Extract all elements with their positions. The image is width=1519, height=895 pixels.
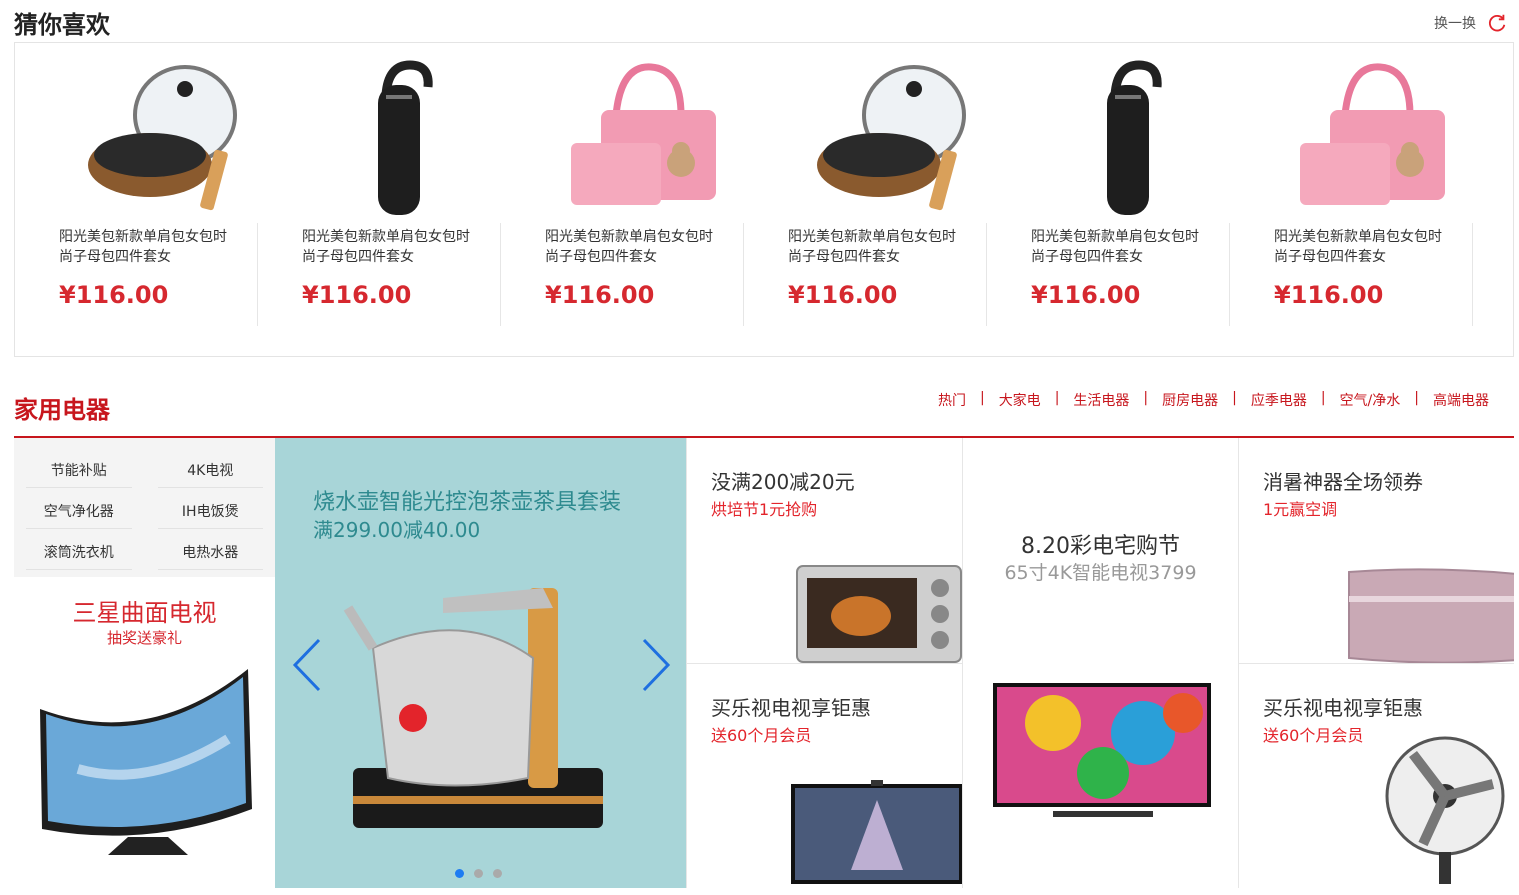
pink-handbag-image xyxy=(571,63,716,205)
carousel-prev-arrow[interactable] xyxy=(289,636,323,694)
category-grid: 节能补贴 4K电视 空气净化器 IH电饭煲 滚筒洗衣机 电热水器 xyxy=(14,438,275,577)
tile-title: 消暑神器全场领券 xyxy=(1263,470,1423,494)
oven-promo-tile[interactable]: 没满200减20元 烘培节1元抢购 xyxy=(686,438,962,664)
product-card[interactable]: 阳光美包新款单肩包女包时尚子母包四件套女 ¥116.00 xyxy=(744,43,987,326)
nav-link-kitchen[interactable]: 厨房电器 xyxy=(1162,390,1218,410)
tv-promo-tile[interactable]: 买乐视电视享钜惠 送60个月会员 xyxy=(686,664,962,888)
product-card[interactable]: 阳光美包新款单肩包女包时尚子母包四件套女 ¥116.00 xyxy=(501,43,744,326)
tile-subtitle: 烘培节1元抢购 xyxy=(711,500,818,519)
appliance-left-column: 节能补贴 4K电视 空气净化器 IH电饭煲 滚筒洗衣机 电热水器 三星曲面电视 … xyxy=(14,438,275,888)
divider xyxy=(1472,223,1473,326)
bluetooth-earpiece-image xyxy=(1107,60,1162,215)
carousel-dot[interactable] xyxy=(455,869,464,878)
product-name: 阳光美包新款单肩包女包时尚子母包四件套女 xyxy=(59,229,227,265)
product-name: 阳光美包新款单肩包女包时尚子母包四件套女 xyxy=(1274,229,1442,265)
appliances-title: 家用电器 xyxy=(14,396,110,424)
product-price: ¥116.00 xyxy=(1031,281,1141,309)
carousel-dots xyxy=(455,869,502,878)
refresh-icon xyxy=(1489,14,1506,32)
product-card[interactable]: 阳光美包新款单肩包女包时尚子母包四件套女 ¥116.00 xyxy=(1230,43,1473,326)
tile-subtitle: 送60个月会员 xyxy=(1263,726,1364,745)
nav-link-seasonal[interactable]: 应季电器 xyxy=(1251,390,1307,410)
nav-separator: | xyxy=(979,390,985,406)
tile-subtitle: 65寸4K智能电视3799 xyxy=(1004,562,1197,584)
product-price: ¥116.00 xyxy=(788,281,898,309)
category-link[interactable]: 滚筒洗衣机 xyxy=(26,536,132,570)
product-name: 阳光美包新款单肩包女包时尚子母包四件套女 xyxy=(1031,229,1199,265)
letv-tv-image xyxy=(791,780,962,884)
tile-title: 买乐视电视享钜惠 xyxy=(711,696,871,720)
curved-tv-image xyxy=(40,669,252,855)
curved-tv-promo[interactable]: 三星曲面电视 抽奖送豪礼 xyxy=(14,577,275,888)
guess-header: 猜你喜欢 换一换 xyxy=(14,8,1514,42)
refresh-label: 换一换 xyxy=(1434,16,1476,32)
product-name: 阳光美包新款单肩包女包时尚子母包四件套女 xyxy=(302,229,470,265)
carousel-dot[interactable] xyxy=(474,869,483,878)
product-carousel[interactable]: 烧水壶智能光控泡茶壶茶具套装 满299.00减40.00 xyxy=(275,438,686,888)
bluetooth-earpiece-image xyxy=(378,60,433,215)
product-card[interactable]: 阳光美包新款单肩包女包时尚子母包四件套女 ¥116.00 xyxy=(987,43,1230,326)
nav-link-living[interactable]: 生活电器 xyxy=(1073,390,1129,410)
carousel-next-arrow[interactable] xyxy=(640,636,674,694)
tile-subtitle: 1元赢空调 xyxy=(1263,500,1338,519)
category-link[interactable]: 空气净化器 xyxy=(26,495,132,529)
promo-title: 三星曲面电视 xyxy=(72,599,217,627)
tile-subtitle: 送60个月会员 xyxy=(711,726,812,745)
category-link[interactable]: 4K电视 xyxy=(157,454,263,488)
pink-handbag-image xyxy=(1300,63,1445,205)
product-card[interactable]: 阳光美包新款单肩包女包时尚子母包四件套女 ¥116.00 xyxy=(258,43,501,326)
product-price: ¥116.00 xyxy=(545,281,655,309)
oven-image xyxy=(796,565,962,663)
product-price: ¥116.00 xyxy=(302,281,412,309)
frying-pan-image xyxy=(817,65,966,211)
electric-fan-image xyxy=(1385,736,1505,884)
category-link[interactable]: IH电饭煲 xyxy=(157,495,263,529)
nav-link-big-appliances[interactable]: 大家电 xyxy=(999,390,1041,410)
product-price: ¥116.00 xyxy=(1274,281,1384,309)
product-name: 阳光美包新款单肩包女包时尚子母包四件套女 xyxy=(545,229,713,265)
tile-title: 8.20彩电宅购节 xyxy=(1021,534,1180,559)
guess-list: 阳光美包新款单肩包女包时尚子母包四件套女 ¥116.00 阳光美包新款单肩包女包… xyxy=(14,42,1514,357)
nav-separator: | xyxy=(1414,390,1419,406)
color-tv-image xyxy=(993,683,1211,817)
nav-separator: | xyxy=(1054,390,1060,406)
carousel-dot[interactable] xyxy=(493,869,502,878)
nav-link-air-water[interactable]: 空气/净水 xyxy=(1340,390,1401,410)
product-price: ¥116.00 xyxy=(59,281,169,309)
product-card[interactable]: 阳光美包新款单肩包女包时尚子母包四件套女 ¥116.00 xyxy=(15,43,258,326)
fan-promo-tile[interactable]: 买乐视电视享钜惠 送60个月会员 xyxy=(1238,664,1514,888)
refresh-button[interactable]: 换一换 xyxy=(1434,12,1508,34)
carousel-title: 烧水壶智能光控泡茶壶茶具套装 xyxy=(313,490,622,515)
kettle-image xyxy=(343,588,603,828)
nav-separator: | xyxy=(1232,390,1237,406)
tile-title: 没满200减20元 xyxy=(711,470,855,494)
frying-pan-image xyxy=(88,65,237,211)
promo-subtitle: 抽奖送豪礼 xyxy=(106,629,182,647)
air-conditioner-image xyxy=(1348,568,1514,663)
tv-festival-tile[interactable]: 8.20彩电宅购节 65寸4K智能电视3799 xyxy=(962,438,1238,888)
product-name: 阳光美包新款单肩包女包时尚子母包四件套女 xyxy=(788,229,956,265)
appliances-nav: 热门 | 大家电 | 生活电器 | 厨房电器 | 应季电器 | 空气/净水 | … xyxy=(938,390,1489,410)
carousel-subtitle: 满299.00减40.00 xyxy=(313,518,481,542)
category-link[interactable]: 节能补贴 xyxy=(26,454,132,488)
nav-link-hot[interactable]: 热门 xyxy=(938,390,966,410)
tile-title: 买乐视电视享钜惠 xyxy=(1263,696,1423,720)
category-link[interactable]: 电热水器 xyxy=(157,536,263,570)
aircon-promo-tile[interactable]: 消暑神器全场领券 1元赢空调 xyxy=(1238,438,1514,664)
nav-separator: | xyxy=(1143,390,1149,406)
nav-link-premium[interactable]: 高端电器 xyxy=(1433,390,1489,410)
guess-title: 猜你喜欢 xyxy=(14,11,110,39)
nav-separator: | xyxy=(1320,390,1326,406)
